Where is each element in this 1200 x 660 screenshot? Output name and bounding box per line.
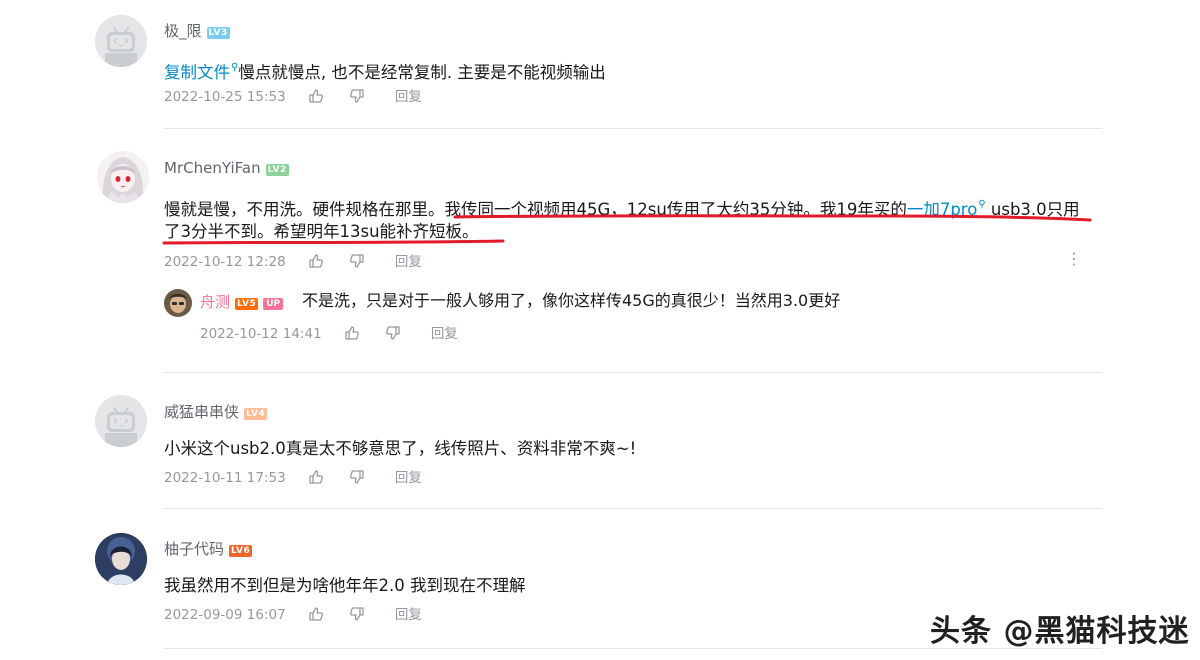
comment-text: 复制文件⚲慢点就慢点, 也不是经常复制. 主要是不能视频输出 — [164, 62, 606, 82]
level-badge: LV5 — [235, 298, 259, 310]
watermark: 头条 @黑猫科技迷 — [930, 614, 1190, 649]
reply-text: 不是洗，只是对于一般人够用了，像你这样传45G的真很少！当然用3.0更好 — [302, 291, 841, 310]
level-badge: LV4 — [244, 408, 268, 420]
user-avatar-icon — [95, 533, 147, 585]
divider — [164, 128, 1102, 129]
dislike-icon[interactable] — [385, 325, 421, 341]
default-avatar-icon — [95, 395, 147, 447]
search-link[interactable]: 一加7pro — [907, 200, 978, 219]
timestamp: 2022-10-12 14:41 — [200, 326, 322, 342]
level-badge: LV2 — [265, 164, 289, 176]
username[interactable]: MrChenYiFan LV2 — [164, 158, 289, 178]
up-badge: UP — [263, 298, 284, 310]
timestamp: 2022-10-25 15:53 — [164, 89, 286, 105]
like-icon[interactable] — [344, 325, 380, 341]
comment-meta: 2022-10-25 15:53 回复 — [164, 87, 422, 107]
like-icon[interactable] — [308, 253, 344, 269]
search-link[interactable]: 复制文件 — [164, 63, 230, 82]
avatar[interactable] — [95, 533, 147, 585]
reply-button[interactable]: 回复 — [395, 252, 422, 272]
reply-button[interactable]: 回复 — [431, 324, 458, 344]
dislike-icon[interactable] — [349, 606, 385, 622]
reply-avatar[interactable] — [164, 289, 192, 317]
reply-username[interactable]: 舟测 LV5 UP — [200, 292, 284, 312]
reply-button[interactable]: 回复 — [395, 468, 422, 488]
username[interactable]: 威猛串串侠 LV4 — [164, 402, 268, 422]
dislike-icon[interactable] — [349, 469, 385, 485]
reply-button[interactable]: 回复 — [395, 605, 422, 625]
timestamp: 2022-10-11 17:53 — [164, 470, 286, 486]
comment-meta: 2022-09-09 16:07 回复 — [164, 605, 422, 625]
default-avatar-icon — [95, 15, 147, 67]
timestamp: 2022-10-12 12:28 — [164, 254, 286, 270]
timestamp: 2022-09-09 16:07 — [164, 607, 286, 623]
avatar[interactable] — [95, 15, 147, 67]
like-icon[interactable] — [308, 88, 344, 104]
search-icon: ⚲ — [978, 199, 986, 210]
avatar[interactable] — [97, 151, 149, 203]
username[interactable]: 极_限 LV3 — [164, 21, 230, 41]
like-icon[interactable] — [308, 606, 344, 622]
comment-text: 小米这个usb2.0真是太不够意思了，线传照片、资料非常不爽~! — [164, 439, 637, 458]
reply-avatar-icon — [164, 289, 192, 317]
dislike-icon[interactable] — [349, 88, 385, 104]
dislike-icon[interactable] — [349, 253, 385, 269]
comment-meta: 2022-10-12 12:28 回复 — [164, 252, 422, 272]
divider — [164, 508, 1102, 509]
more-icon[interactable]: ⋮ — [1066, 250, 1082, 268]
level-badge: LV6 — [229, 545, 253, 557]
reply-button[interactable]: 回复 — [395, 87, 422, 107]
comment-text: 我虽然用不到但是为啥他年年2.0 我到现在不理解 — [164, 576, 526, 595]
anime-avatar-icon — [97, 151, 149, 203]
comment-meta: 2022-10-11 17:53 回复 — [164, 468, 422, 488]
avatar[interactable] — [95, 395, 147, 447]
username[interactable]: 柚子代码 LV6 — [164, 539, 253, 559]
level-badge: LV3 — [206, 27, 230, 39]
divider — [164, 372, 1102, 373]
like-icon[interactable] — [308, 469, 344, 485]
reply-meta: 2022-10-12 14:41 回复 — [200, 324, 458, 344]
comment-text-line-2: 了3分半不到。希望明年13su能补齐短板。 — [164, 222, 479, 241]
